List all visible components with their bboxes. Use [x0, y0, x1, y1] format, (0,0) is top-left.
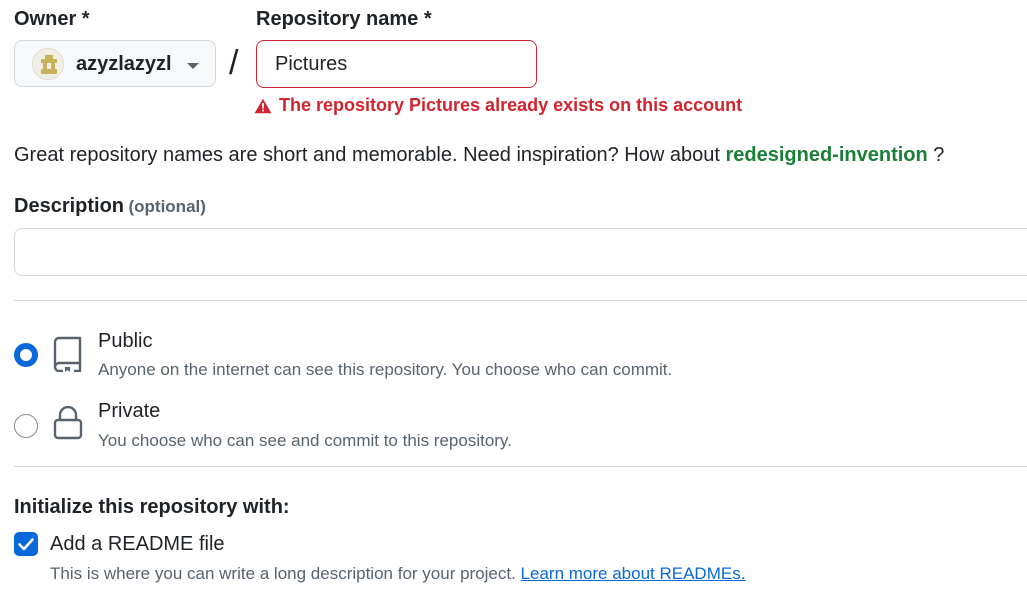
owner-name: azyzlazyzl: [76, 53, 172, 75]
owner-label: Owner *: [14, 8, 90, 30]
repository-name-hint: Great repository names are short and mem…: [14, 144, 944, 167]
description-optional-label: (optional): [128, 197, 206, 216]
owner-repo-separator: /: [229, 44, 239, 82]
add-readme-label[interactable]: Add a README file: [50, 533, 225, 556]
divider: [14, 300, 1027, 301]
repository-name-label: Repository name *: [256, 8, 432, 30]
visibility-public-desc: Anyone on the internet can see this repo…: [98, 360, 673, 379]
visibility-private-desc: You choose who can see and commit to thi…: [98, 431, 512, 450]
divider: [14, 466, 1027, 467]
readme-desc-text: This is where you can write a long descr…: [50, 564, 521, 583]
identicon-avatar-icon: [33, 49, 63, 79]
chevron-down-icon: [187, 63, 199, 69]
learn-more-readmes-link[interactable]: Learn more about READMEs.: [521, 564, 746, 583]
visibility-private-title: Private: [98, 400, 161, 422]
owner-avatar: [32, 48, 64, 80]
lock-icon: [53, 405, 83, 445]
repository-name-input[interactable]: [256, 40, 537, 88]
owner-dropdown[interactable]: azyzlazyzl: [14, 40, 216, 87]
initialize-title: Initialize this repository with:: [14, 496, 290, 518]
visibility-public-title: Public: [98, 330, 153, 352]
hint-text: Great repository names are short and mem…: [14, 144, 726, 166]
hint-suffix: ?: [927, 144, 945, 166]
description-input[interactable]: [14, 228, 1027, 276]
description-label: Description: [14, 195, 125, 217]
add-readme-checkbox[interactable]: [14, 532, 38, 556]
alert-icon: [254, 98, 272, 113]
name-suggestion-link[interactable]: redesigned-invention: [725, 144, 927, 166]
checkmark-icon: [18, 538, 34, 551]
repository-error: The repository Pictures already exists o…: [254, 95, 742, 116]
description-label-row: Description (optional): [14, 195, 206, 218]
visibility-public-radio[interactable]: [14, 343, 38, 367]
visibility-private-radio[interactable]: [14, 414, 38, 438]
readme-description: This is where you can write a long descr…: [50, 564, 745, 584]
repo-icon: [52, 336, 84, 377]
repository-error-text: The repository Pictures already exists o…: [279, 95, 743, 115]
